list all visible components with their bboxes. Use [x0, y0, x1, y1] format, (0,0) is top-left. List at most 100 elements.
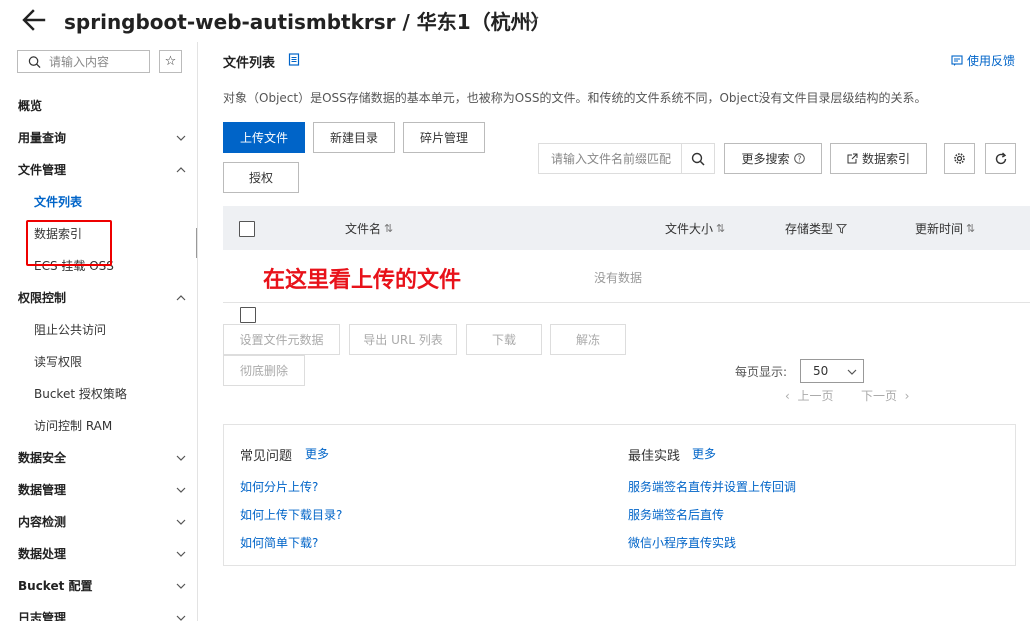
upload-button[interactable]: 上传文件 — [223, 122, 305, 153]
search-icon — [28, 55, 41, 68]
best-practice-more-link[interactable]: 更多 — [692, 445, 716, 462]
sort-icon[interactable]: ⇅ — [384, 222, 393, 235]
sidebar-item-label: 读写权限 — [34, 355, 83, 369]
chevron-down-icon — [847, 369, 857, 375]
column-label: 文件名 — [345, 222, 382, 236]
sidebar-item-label: Bucket 配置 — [18, 579, 93, 593]
file-search-input[interactable] — [551, 151, 693, 166]
best-practice-link[interactable]: 服务端签名后直传 — [628, 506, 724, 523]
feedback-link[interactable]: 使用反馈 — [951, 52, 1015, 69]
sidebar-item-13[interactable]: 内容检测 — [0, 506, 197, 538]
chevron-down-icon — [176, 583, 186, 589]
sidebar-search-input[interactable] — [49, 54, 149, 69]
next-page-button[interactable]: 下一页 › — [861, 387, 909, 404]
prev-page-button[interactable]: ‹ 上一页 — [785, 387, 833, 404]
set-metadata-button[interactable]: 设置文件元数据 — [223, 324, 340, 355]
best-practice-link[interactable]: 微信小程序直传实践 — [628, 534, 736, 551]
new-directory-button[interactable]: 新建目录 — [313, 122, 395, 153]
sidebar-item-2[interactable]: 文件管理 — [0, 154, 197, 186]
download-button[interactable]: 下载 — [466, 324, 542, 355]
table-body: 在这里看上传的文件 没有数据 — [223, 250, 1030, 303]
column-filename[interactable]: 文件名 ⇅ — [345, 220, 393, 237]
star-icon[interactable]: ☆ — [159, 50, 182, 73]
column-label: 存储类型 — [785, 222, 834, 236]
more-search-label: 更多搜索 — [741, 152, 790, 166]
column-storage-type[interactable]: 存储类型 — [785, 220, 848, 237]
page-header-title: springboot-web-autismbtkrsr / 华东1（杭州） — [64, 10, 551, 34]
page-size-label: 每页显示: — [735, 365, 788, 379]
chevron-down-icon — [176, 551, 186, 557]
sidebar-item-6[interactable]: 权限控制 — [0, 282, 197, 314]
next-page-label: 下一页 — [861, 389, 898, 403]
chevron-down-icon — [176, 135, 186, 141]
best-practice-title: 最佳实践 — [628, 449, 681, 464]
page-size-value: 50 — [813, 364, 829, 378]
faq-link[interactable]: 如何上传下载目录? — [240, 506, 342, 523]
sidebar: ☆ 概览用量查询文件管理文件列表数据索引ECS 挂载 OSS权限控制阻止公共访问… — [0, 42, 198, 621]
sidebar-item-14[interactable]: 数据处理 — [0, 538, 197, 570]
refresh-button[interactable] — [985, 143, 1016, 174]
best-practice-link[interactable]: 服务端签名直传并设置上传回调 — [628, 478, 796, 495]
chevron-down-icon[interactable] — [524, 12, 540, 28]
more-search-button[interactable]: 更多搜索 ? — [724, 143, 822, 174]
sidebar-item-label: Bucket 授权策略 — [34, 387, 127, 401]
export-url-button[interactable]: 导出 URL 列表 — [349, 324, 457, 355]
sidebar-item-label: 日志管理 — [18, 611, 67, 621]
sidebar-item-0[interactable]: 概览 — [0, 90, 197, 122]
column-label: 更新时间 — [915, 222, 964, 236]
chevron-down-icon — [176, 455, 186, 461]
search-icon — [691, 152, 705, 166]
sidebar-item-label: 用量查询 — [18, 131, 67, 145]
sidebar-item-label: 访问控制 RAM — [34, 419, 113, 433]
sidebar-item-8[interactable]: 读写权限 — [0, 346, 197, 378]
column-updated-time[interactable]: 更新时间 ⇅ — [915, 220, 975, 237]
feedback-icon — [951, 54, 963, 66]
select-all-checkbox[interactable] — [239, 221, 255, 237]
sidebar-item-label: 文件列表 — [34, 195, 83, 209]
sidebar-resize-handle[interactable] — [196, 228, 197, 258]
faq-link[interactable]: 如何分片上传? — [240, 478, 318, 495]
sidebar-item-label: 文件管理 — [18, 163, 67, 177]
sidebar-item-3[interactable]: 文件列表 — [0, 186, 197, 218]
sidebar-item-16[interactable]: 日志管理 — [0, 602, 197, 621]
main-content: 文件列表 使用反馈 对象（Object）是OSS存储数据的基本单元，也被称为OS… — [199, 42, 1030, 621]
column-filesize[interactable]: 文件大小 ⇅ — [665, 220, 725, 237]
sidebar-item-10[interactable]: 访问控制 RAM — [0, 410, 197, 442]
sort-icon[interactable]: ⇅ — [716, 222, 725, 235]
filter-icon[interactable] — [836, 223, 848, 234]
sidebar-item-12[interactable]: 数据管理 — [0, 474, 197, 506]
sidebar-item-15[interactable]: Bucket 配置 — [0, 570, 197, 602]
page-size-select[interactable]: 50 — [800, 359, 864, 383]
faq-link[interactable]: 如何简单下载? — [240, 534, 318, 551]
sort-icon[interactable]: ⇅ — [966, 222, 975, 235]
settings-button[interactable] — [944, 143, 975, 174]
unfreeze-button[interactable]: 解冻 — [550, 324, 626, 355]
sidebar-item-1[interactable]: 用量查询 — [0, 122, 197, 154]
page-title: 文件列表 — [223, 56, 276, 71]
document-icon[interactable] — [288, 53, 300, 66]
search-button[interactable] — [681, 144, 714, 173]
sidebar-item-label: 数据处理 — [18, 547, 67, 561]
sidebar-search[interactable] — [17, 50, 150, 73]
svg-text:?: ? — [797, 154, 801, 163]
bulk-select-checkbox[interactable] — [240, 307, 256, 323]
top-header: springboot-web-autismbtkrsr / 华东1（杭州） — [0, 0, 1030, 42]
page-description: 对象（Object）是OSS存储数据的基本单元，也被称为OSS的文件。和传统的文… — [223, 91, 927, 105]
data-index-label: 数据索引 — [861, 152, 910, 166]
feedback-label: 使用反馈 — [967, 54, 1016, 68]
delete-button[interactable]: 彻底删除 — [223, 355, 305, 386]
prev-page-label: 上一页 — [797, 389, 834, 403]
sidebar-item-7[interactable]: 阻止公共访问 — [0, 314, 197, 346]
sidebar-item-9[interactable]: Bucket 授权策略 — [0, 378, 197, 410]
chevron-down-icon — [176, 615, 186, 621]
refresh-icon — [995, 151, 1006, 164]
data-index-button[interactable]: 数据索引 — [830, 143, 927, 174]
back-arrow-icon[interactable] — [20, 6, 48, 34]
fragment-manage-button[interactable]: 碎片管理 — [403, 122, 485, 153]
file-search[interactable] — [538, 143, 715, 174]
faq-more-link[interactable]: 更多 — [305, 445, 329, 462]
sidebar-item-label: 阻止公共访问 — [34, 323, 107, 337]
sidebar-item-11[interactable]: 数据安全 — [0, 442, 197, 474]
gear-icon — [954, 153, 965, 164]
authorize-button[interactable]: 授权 — [223, 162, 299, 193]
